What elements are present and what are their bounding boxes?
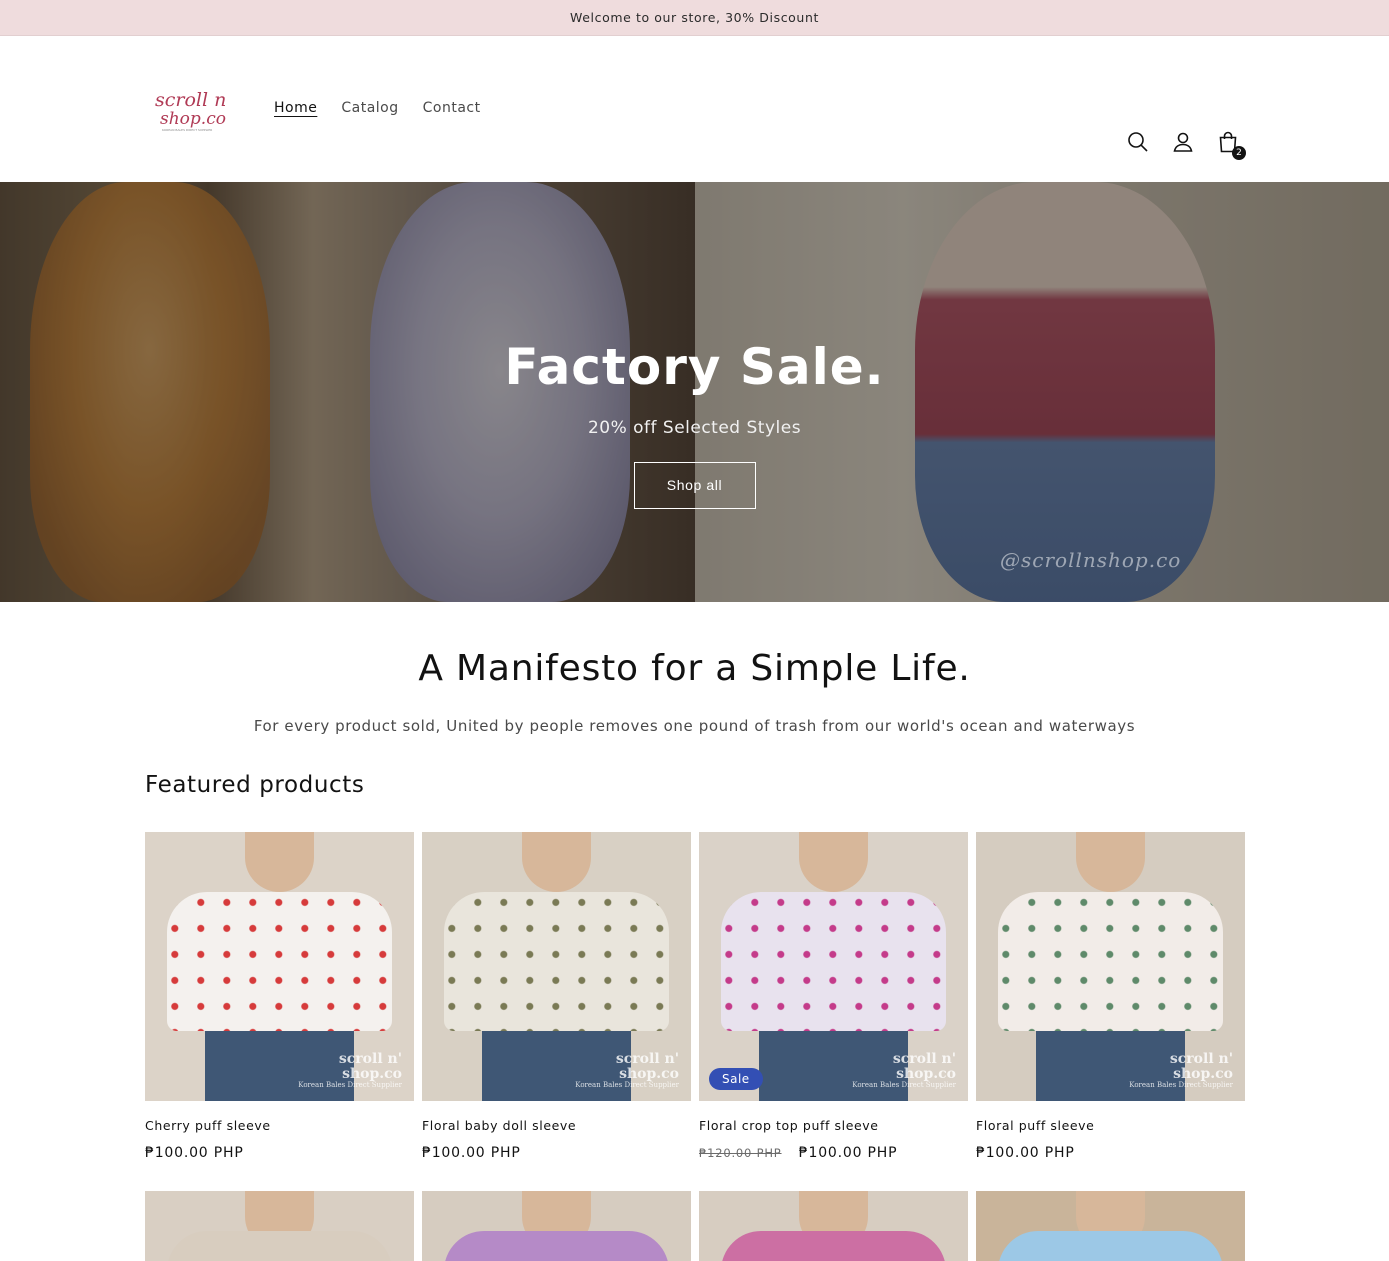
product-photo-shirt [721, 1231, 946, 1261]
manifesto-title: A Manifesto for a Simple Life. [418, 648, 971, 689]
hero-banner: Factory Sale. 20% off Selected Styles Sh… [0, 182, 1389, 602]
logo-line1: scroll n [155, 89, 226, 111]
product-card[interactable]: scroll n' shop.co Korean Bales Direct Su… [145, 832, 414, 1161]
cart-icon[interactable]: 2 [1216, 130, 1246, 160]
manifesto-text: For every product sold, United by people… [253, 717, 1136, 735]
product-grid: scroll n' shop.co Korean Bales Direct Su… [145, 832, 1245, 1261]
product-photo-neck [245, 832, 314, 892]
product-photo-shirt [167, 1231, 392, 1261]
product-photo-shirt [444, 1231, 669, 1261]
hero-subtitle: 20% off Selected Styles [587, 418, 802, 438]
product-image[interactable]: scroll n' shop.co Korean Bales Direct Su… [699, 832, 968, 1101]
product-photo-shirt [998, 892, 1223, 1031]
product-image[interactable] [976, 1191, 1245, 1261]
cart-count-badge: 2 [1232, 146, 1246, 160]
sale-badge: Sale [709, 1068, 763, 1090]
product-title[interactable]: Cherry puff sleeve [145, 1118, 414, 1133]
announcement-text: Welcome to our store, 30% Discount [570, 10, 819, 25]
search-icon[interactable] [1126, 130, 1150, 154]
header-icons: 2 [1126, 130, 1246, 160]
product-card[interactable] [145, 1191, 414, 1261]
product-card[interactable] [422, 1191, 691, 1261]
product-photo-shirt [167, 892, 392, 1031]
product-photo-shirt [444, 892, 669, 1031]
product-brand-watermark: scroll n' shop.co Korean Bales Direct Su… [575, 1051, 679, 1089]
product-brand-watermark: scroll n' shop.co Korean Bales Direct Su… [298, 1051, 402, 1089]
product-title[interactable]: Floral puff sleeve [976, 1118, 1245, 1133]
product-photo-neck [799, 832, 868, 892]
product-card[interactable]: scroll n' shop.co Korean Bales Direct Su… [699, 832, 968, 1161]
hero-watermark: @scrollnshop.co [1000, 548, 1182, 572]
main-nav: Home Catalog Contact [274, 100, 481, 116]
product-price: ₱120.00 PHP ₱100.00 PHP [699, 1145, 968, 1161]
product-title[interactable]: Floral baby doll sleeve [422, 1118, 691, 1133]
product-card[interactable] [699, 1191, 968, 1261]
product-current-price: ₱100.00 PHP [798, 1145, 898, 1161]
featured-products: Featured products scroll n' shop.co Kore… [145, 772, 1245, 1261]
product-card[interactable]: scroll n' shop.co Korean Bales Direct Su… [976, 832, 1245, 1161]
nav-contact[interactable]: Contact [423, 100, 481, 116]
logo-tagline: KOREAN BALES DIRECT SUPPLIER [162, 128, 212, 132]
product-brand-watermark: scroll n' shop.co Korean Bales Direct Su… [852, 1051, 956, 1089]
hero-content: Factory Sale. 20% off Selected Styles Sh… [0, 338, 1389, 509]
nav-home[interactable]: Home [274, 100, 317, 116]
product-current-price: ₱100.00 PHP [145, 1145, 244, 1161]
product-current-price: ₱100.00 PHP [976, 1145, 1075, 1161]
site-header: scroll n shop.co KOREAN BALES DIRECT SUP… [0, 36, 1389, 182]
product-image[interactable]: scroll n' shop.co Korean Bales Direct Su… [976, 832, 1245, 1101]
product-title[interactable]: Floral crop top puff sleeve [699, 1118, 968, 1133]
product-old-price: ₱120.00 PHP [699, 1146, 782, 1160]
product-image[interactable] [422, 1191, 691, 1261]
product-photo-shirt [998, 1231, 1223, 1261]
product-image[interactable]: scroll n' shop.co Korean Bales Direct Su… [422, 832, 691, 1101]
nav-catalog[interactable]: Catalog [341, 100, 398, 116]
account-icon[interactable] [1171, 130, 1195, 154]
store-logo[interactable]: scroll n shop.co KOREAN BALES DIRECT SUP… [150, 84, 230, 134]
manifesto-section: A Manifesto for a Simple Life. For every… [0, 648, 1389, 735]
product-card[interactable] [976, 1191, 1245, 1261]
product-card[interactable]: scroll n' shop.co Korean Bales Direct Su… [422, 832, 691, 1161]
product-price: ₱100.00 PHP [422, 1145, 691, 1161]
product-photo-neck [522, 832, 591, 892]
shop-all-button[interactable]: Shop all [633, 462, 756, 509]
product-image[interactable] [699, 1191, 968, 1261]
product-price: ₱100.00 PHP [976, 1145, 1245, 1161]
product-photo-neck [1076, 832, 1145, 892]
product-price: ₱100.00 PHP [145, 1145, 414, 1161]
product-image[interactable]: scroll n' shop.co Korean Bales Direct Su… [145, 832, 414, 1101]
product-image[interactable] [145, 1191, 414, 1261]
product-current-price: ₱100.00 PHP [422, 1145, 521, 1161]
announcement-bar: Welcome to our store, 30% Discount [0, 0, 1389, 36]
product-brand-watermark: scroll n' shop.co Korean Bales Direct Su… [1129, 1051, 1233, 1089]
featured-title: Featured products [145, 772, 365, 798]
logo-line2: shop.co [160, 109, 226, 129]
hero-title: Factory Sale. [504, 338, 885, 396]
product-photo-shirt [721, 892, 946, 1031]
